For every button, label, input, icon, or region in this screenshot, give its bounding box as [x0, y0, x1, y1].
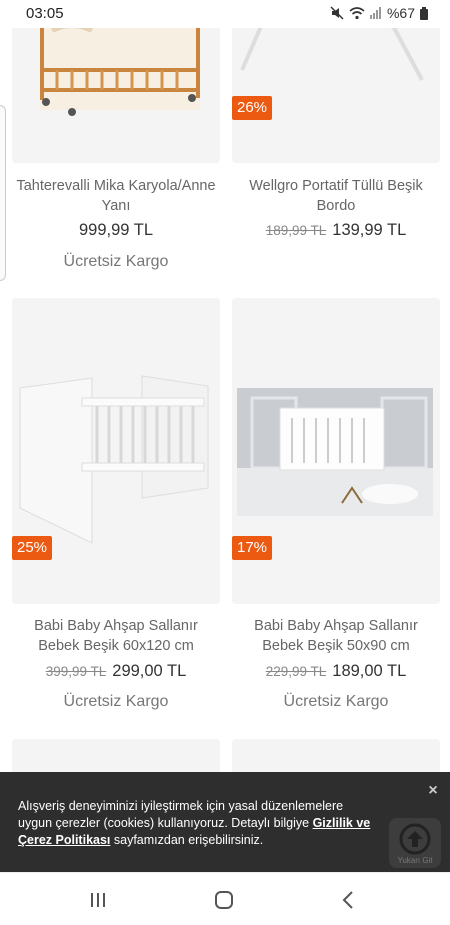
battery-icon	[420, 6, 428, 20]
close-icon[interactable]: ×	[426, 783, 440, 799]
back-to-top-button[interactable]: Yukarı Git	[389, 818, 441, 868]
product-price-line: 399,99 TL 299,00 TL	[12, 662, 220, 681]
wifi-icon	[349, 6, 365, 19]
product-price-line: 229,99 TL 189,00 TL	[232, 662, 440, 681]
system-nav-bar	[0, 872, 450, 925]
cookie-text-end: sayfamızdan erişebilirsiniz.	[110, 833, 264, 847]
old-price: 189,99 TL	[265, 223, 327, 238]
product-name[interactable]: Wellgro Portatif Tüllü Beşik Bordo	[232, 176, 440, 216]
discount-badge: 17%	[232, 536, 273, 560]
product-price-line: 999,99 TL	[12, 221, 220, 240]
home-icon[interactable]	[211, 887, 237, 913]
product-feed: 26% Tahterevalli Mika Karyola/Anne Yanı …	[0, 0, 450, 872]
product-card[interactable]: 25%	[12, 298, 220, 604]
free-shipping-label: Ücretsiz Kargo	[283, 693, 389, 710]
product-price: 999,99 TL	[78, 221, 153, 239]
recent-apps-icon[interactable]	[85, 887, 111, 913]
status-time: 03:05	[26, 5, 64, 22]
mute-icon	[330, 6, 344, 20]
side-scroll-handle[interactable]	[0, 105, 6, 281]
product-price-line: 189,99 TL 139,99 TL	[232, 221, 440, 240]
arrow-up-circle-icon	[399, 823, 431, 855]
back-to-top-label: Yukarı Git	[397, 856, 433, 865]
old-price: 399,99 TL	[45, 664, 107, 679]
back-icon[interactable]	[336, 887, 362, 913]
product-name[interactable]: Babi Baby Ahşap Sallanır Bebek Beşik 60x…	[12, 616, 220, 656]
product-card[interactable]: 17%	[232, 298, 440, 604]
product-price: 139,99 TL	[332, 221, 407, 239]
battery-percent: %67	[386, 5, 415, 21]
free-shipping-label: Ücretsiz Kargo	[63, 693, 169, 710]
product-price: 299,00 TL	[112, 662, 187, 680]
product-price: 189,00 TL	[332, 662, 407, 680]
cookie-banner: Alışveriş deneyiminizi iyileştirmek için…	[0, 772, 450, 872]
free-shipping-label: Ücretsiz Kargo	[63, 253, 169, 270]
cookie-text-start: Alışveriş deneyiminizi iyileştirmek için…	[18, 799, 344, 830]
discount-badge: 25%	[12, 536, 53, 560]
product-name[interactable]: Babi Baby Ahşap Sallanır Bebek Beşik 50x…	[232, 616, 440, 656]
product-name[interactable]: Tahterevalli Mika Karyola/Anne Yanı	[12, 176, 220, 216]
discount-badge: 26%	[232, 96, 273, 120]
signal-icon	[369, 7, 381, 19]
status-icons: %67	[330, 5, 428, 21]
old-price: 229,99 TL	[265, 664, 327, 679]
status-bar: 03:05 %67	[0, 0, 450, 28]
cookie-text: Alışveriş deneyiminizi iyileştirmek için…	[18, 798, 378, 849]
